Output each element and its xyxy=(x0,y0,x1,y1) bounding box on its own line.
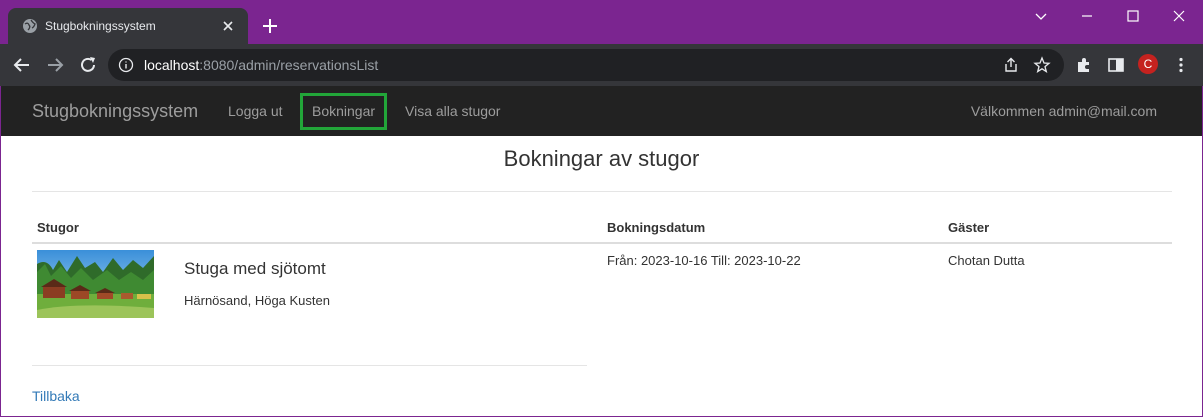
cabin-name: Stuga med sjötomt xyxy=(184,259,326,278)
cabin-thumbnail[interactable] xyxy=(37,250,154,318)
maximize-icon[interactable] xyxy=(1118,6,1148,26)
nav-link-logout[interactable]: Logga ut xyxy=(228,103,283,119)
url-text[interactable]: localhost:8080/admin/reservationsList xyxy=(144,57,378,73)
nav-link-all-cabins[interactable]: Visa alla stugor xyxy=(405,103,500,119)
column-header-cabins: Stugor xyxy=(37,220,79,235)
browser-tab[interactable]: Stugbokningssystem xyxy=(8,8,248,44)
table-header-border xyxy=(32,242,1172,244)
tab-title: Stugbokningssystem xyxy=(45,19,156,33)
cabin-location: Härnösand, Höga Kusten xyxy=(184,293,330,308)
url-path: :8080/admin/reservationsList xyxy=(199,57,379,73)
browser-titlebar: Stugbokningssystem xyxy=(0,0,1203,44)
welcome-text: Välkommen admin@mail.com xyxy=(970,103,1157,119)
sidepanel-icon[interactable] xyxy=(1106,55,1126,75)
forward-arrow-icon[interactable] xyxy=(43,53,67,77)
divider xyxy=(32,191,1172,192)
page-title: Bokningar av stugor xyxy=(503,146,700,171)
web-page: Stugbokningssystem Logga ut Bokningar Vi… xyxy=(1,86,1202,416)
minimize-icon[interactable] xyxy=(1072,6,1102,26)
globe-icon xyxy=(23,19,37,33)
browser-toolbar: localhost:8080/admin/reservationsList xyxy=(0,44,1203,86)
column-header-booking-date: Bokningsdatum xyxy=(607,220,706,235)
guest-name: Chotan Dutta xyxy=(948,253,1025,268)
share-icon[interactable] xyxy=(1002,56,1020,74)
booking-dates: Från: 2023-10-16 Till: 2023-10-22 xyxy=(607,253,801,268)
row-divider xyxy=(32,365,587,366)
info-icon[interactable] xyxy=(118,57,134,73)
column-header-guests: Gäster xyxy=(948,220,990,235)
kebab-menu-icon[interactable] xyxy=(1171,55,1191,75)
close-window-icon[interactable] xyxy=(1164,6,1194,26)
puzzle-icon[interactable] xyxy=(1074,55,1094,75)
star-icon[interactable] xyxy=(1033,56,1051,74)
back-arrow-icon[interactable] xyxy=(10,53,34,77)
chevron-down-icon[interactable] xyxy=(1026,6,1056,26)
nav-link-bookings[interactable]: Bokningar xyxy=(312,103,375,119)
close-icon[interactable] xyxy=(218,16,238,36)
site-brand[interactable]: Stugbokningssystem xyxy=(32,101,198,122)
url-host: localhost xyxy=(144,57,200,73)
reload-icon[interactable] xyxy=(76,53,100,77)
address-bar[interactable]: localhost:8080/admin/reservationsList xyxy=(108,49,1064,81)
profile-avatar[interactable]: C xyxy=(1138,54,1158,74)
site-navbar: Stugbokningssystem Logga ut Bokningar Vi… xyxy=(1,86,1202,136)
back-link[interactable]: Tillbaka xyxy=(32,388,80,404)
plus-icon[interactable] xyxy=(258,14,282,38)
